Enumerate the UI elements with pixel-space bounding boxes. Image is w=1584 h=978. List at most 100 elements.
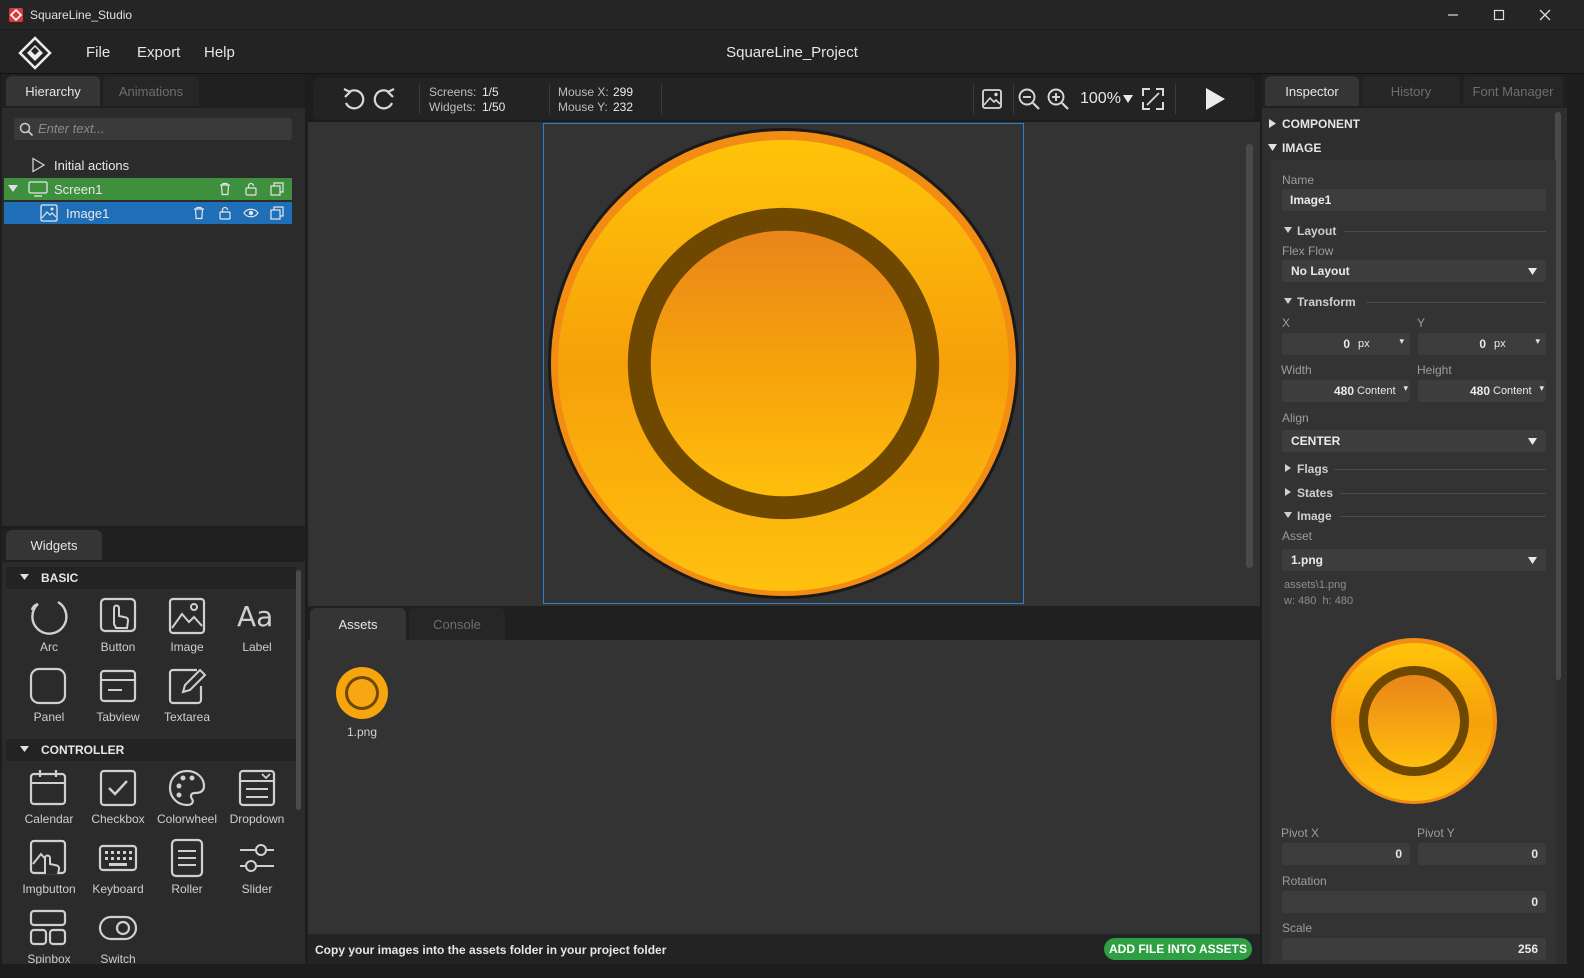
- zoom-dropdown-arrow-icon[interactable]: [1123, 95, 1133, 103]
- tabview-icon: [99, 669, 137, 703]
- tab-widgets[interactable]: Widgets: [6, 530, 102, 560]
- chevron-down-icon: [1528, 557, 1537, 564]
- section-component[interactable]: COMPONENT: [1282, 117, 1360, 131]
- width-unit[interactable]: Content: [1357, 385, 1396, 397]
- scale-field[interactable]: 256: [1282, 938, 1546, 960]
- tab-animations[interactable]: Animations: [103, 76, 199, 106]
- align-dropdown[interactable]: CENTER: [1282, 430, 1546, 452]
- fit-screen-icon[interactable]: [1141, 87, 1165, 111]
- asset-dropdown[interactable]: 1.png: [1282, 549, 1546, 571]
- collapse-arrow-icon[interactable]: [1284, 298, 1292, 304]
- menu-file[interactable]: File: [86, 44, 110, 61]
- squareline-logo-icon[interactable]: [18, 36, 52, 70]
- tree-item-initial-actions[interactable]: Initial actions: [4, 154, 292, 176]
- widgets-label: Widgets:: [429, 100, 476, 114]
- tab-console[interactable]: Console: [409, 608, 505, 640]
- zoom-out-icon[interactable]: [1017, 87, 1041, 111]
- height-field[interactable]: 480 Content ▾: [1418, 380, 1546, 402]
- subsection-states[interactable]: States: [1297, 486, 1333, 500]
- expand-arrow-icon[interactable]: [8, 185, 18, 193]
- close-button[interactable]: [1522, 0, 1568, 30]
- design-canvas[interactable]: [308, 122, 1260, 606]
- unlock-icon[interactable]: [244, 182, 258, 196]
- x-label: X: [1282, 316, 1291, 330]
- menu-export[interactable]: Export: [137, 44, 180, 61]
- subsection-image[interactable]: Image: [1297, 509, 1332, 523]
- play-outline-icon: [32, 157, 46, 173]
- pivot-x-field[interactable]: 0: [1282, 843, 1410, 865]
- zoom-level[interactable]: 100%: [1080, 90, 1121, 108]
- tab-hierarchy[interactable]: Hierarchy: [6, 76, 100, 106]
- section-image[interactable]: IMAGE: [1282, 141, 1321, 155]
- redo-icon[interactable]: [371, 86, 397, 112]
- subsection-transform[interactable]: Transform: [1297, 295, 1356, 309]
- toolbar-separator: [419, 84, 420, 114]
- divider: [1340, 493, 1546, 494]
- widget-label: Roller: [171, 882, 203, 896]
- unit-dropdown-icon[interactable]: ▾: [1399, 336, 1404, 347]
- asset-thumbnail: [336, 667, 388, 719]
- calendar-icon: [29, 770, 67, 806]
- duplicate-icon[interactable]: [270, 182, 284, 196]
- toolbar-separator: [973, 84, 974, 114]
- hierarchy-search[interactable]: Enter text...: [14, 118, 292, 140]
- widgets-scrollbar[interactable]: [296, 570, 301, 810]
- toolbar-separator: [549, 84, 550, 114]
- rotation-field[interactable]: 0: [1282, 891, 1546, 913]
- svg-text:Aa: Aa: [237, 600, 273, 633]
- pivot-y-field[interactable]: 0: [1418, 843, 1546, 865]
- expand-arrow-icon[interactable]: [1285, 488, 1291, 496]
- section-basic[interactable]: BASIC: [6, 567, 296, 589]
- trash-icon[interactable]: [218, 182, 232, 196]
- asset-size: w: 480 h: 480: [1284, 595, 1354, 607]
- subsection-layout[interactable]: Layout: [1297, 224, 1336, 238]
- name-field[interactable]: Image1: [1282, 189, 1546, 211]
- zoom-in-icon[interactable]: [1046, 87, 1070, 111]
- trash-icon[interactable]: [192, 206, 206, 220]
- tab-history[interactable]: History: [1362, 76, 1460, 106]
- maximize-button[interactable]: [1476, 0, 1522, 30]
- collapse-arrow-icon[interactable]: [1268, 144, 1277, 151]
- section-controller[interactable]: CONTROLLER: [6, 739, 296, 761]
- tree-item-image1[interactable]: Image1: [4, 202, 292, 224]
- flex-flow-value: No Layout: [1291, 264, 1350, 278]
- tab-font-manager[interactable]: Font Manager: [1463, 76, 1563, 106]
- widget-label: Calendar: [24, 812, 74, 826]
- divider: [1334, 469, 1546, 470]
- collapse-arrow-icon[interactable]: [1284, 227, 1292, 233]
- expand-arrow-icon[interactable]: [1269, 119, 1276, 128]
- width-field[interactable]: 480 Content ▾: [1282, 380, 1410, 402]
- unit-dropdown-icon[interactable]: ▾: [1403, 383, 1408, 394]
- toolbar-separator: [661, 84, 662, 114]
- collapse-arrow-icon: [20, 574, 29, 580]
- unit-dropdown-icon[interactable]: ▾: [1535, 336, 1540, 347]
- undo-icon[interactable]: [341, 86, 367, 112]
- tab-assets[interactable]: Assets: [310, 608, 406, 640]
- duplicate-icon[interactable]: [270, 206, 284, 220]
- x-unit[interactable]: px: [1358, 338, 1370, 350]
- expand-arrow-icon[interactable]: [1285, 464, 1291, 472]
- height-unit[interactable]: Content: [1493, 385, 1532, 397]
- menu-help[interactable]: Help: [204, 44, 235, 61]
- width-value: 480: [1333, 384, 1354, 398]
- minimize-button[interactable]: [1430, 0, 1476, 30]
- y-unit[interactable]: px: [1494, 338, 1506, 350]
- tree-item-screen1[interactable]: Screen1: [4, 178, 292, 200]
- tree-label: Screen1: [54, 182, 103, 197]
- unit-dropdown-icon[interactable]: ▾: [1539, 383, 1544, 394]
- x-field[interactable]: 0 px ▾: [1282, 333, 1410, 355]
- y-field[interactable]: 0 px ▾: [1418, 333, 1546, 355]
- eye-icon[interactable]: [243, 206, 259, 220]
- add-file-button[interactable]: ADD FILE INTO ASSETS: [1104, 938, 1252, 960]
- collapse-arrow-icon[interactable]: [1284, 512, 1292, 518]
- play-icon[interactable]: [1203, 86, 1227, 112]
- canvas-scrollbar[interactable]: [1246, 144, 1253, 568]
- flex-flow-dropdown[interactable]: No Layout: [1282, 260, 1546, 282]
- subsection-flags[interactable]: Flags: [1297, 462, 1328, 476]
- assets-status-bar: Copy your images into the assets folder …: [308, 934, 1260, 964]
- unlock-icon[interactable]: [218, 206, 232, 220]
- asset-name: 1.png: [346, 725, 378, 739]
- tab-inspector[interactable]: Inspector: [1265, 76, 1359, 106]
- background-image-icon[interactable]: [981, 88, 1003, 110]
- image1-selection[interactable]: [543, 123, 1024, 604]
